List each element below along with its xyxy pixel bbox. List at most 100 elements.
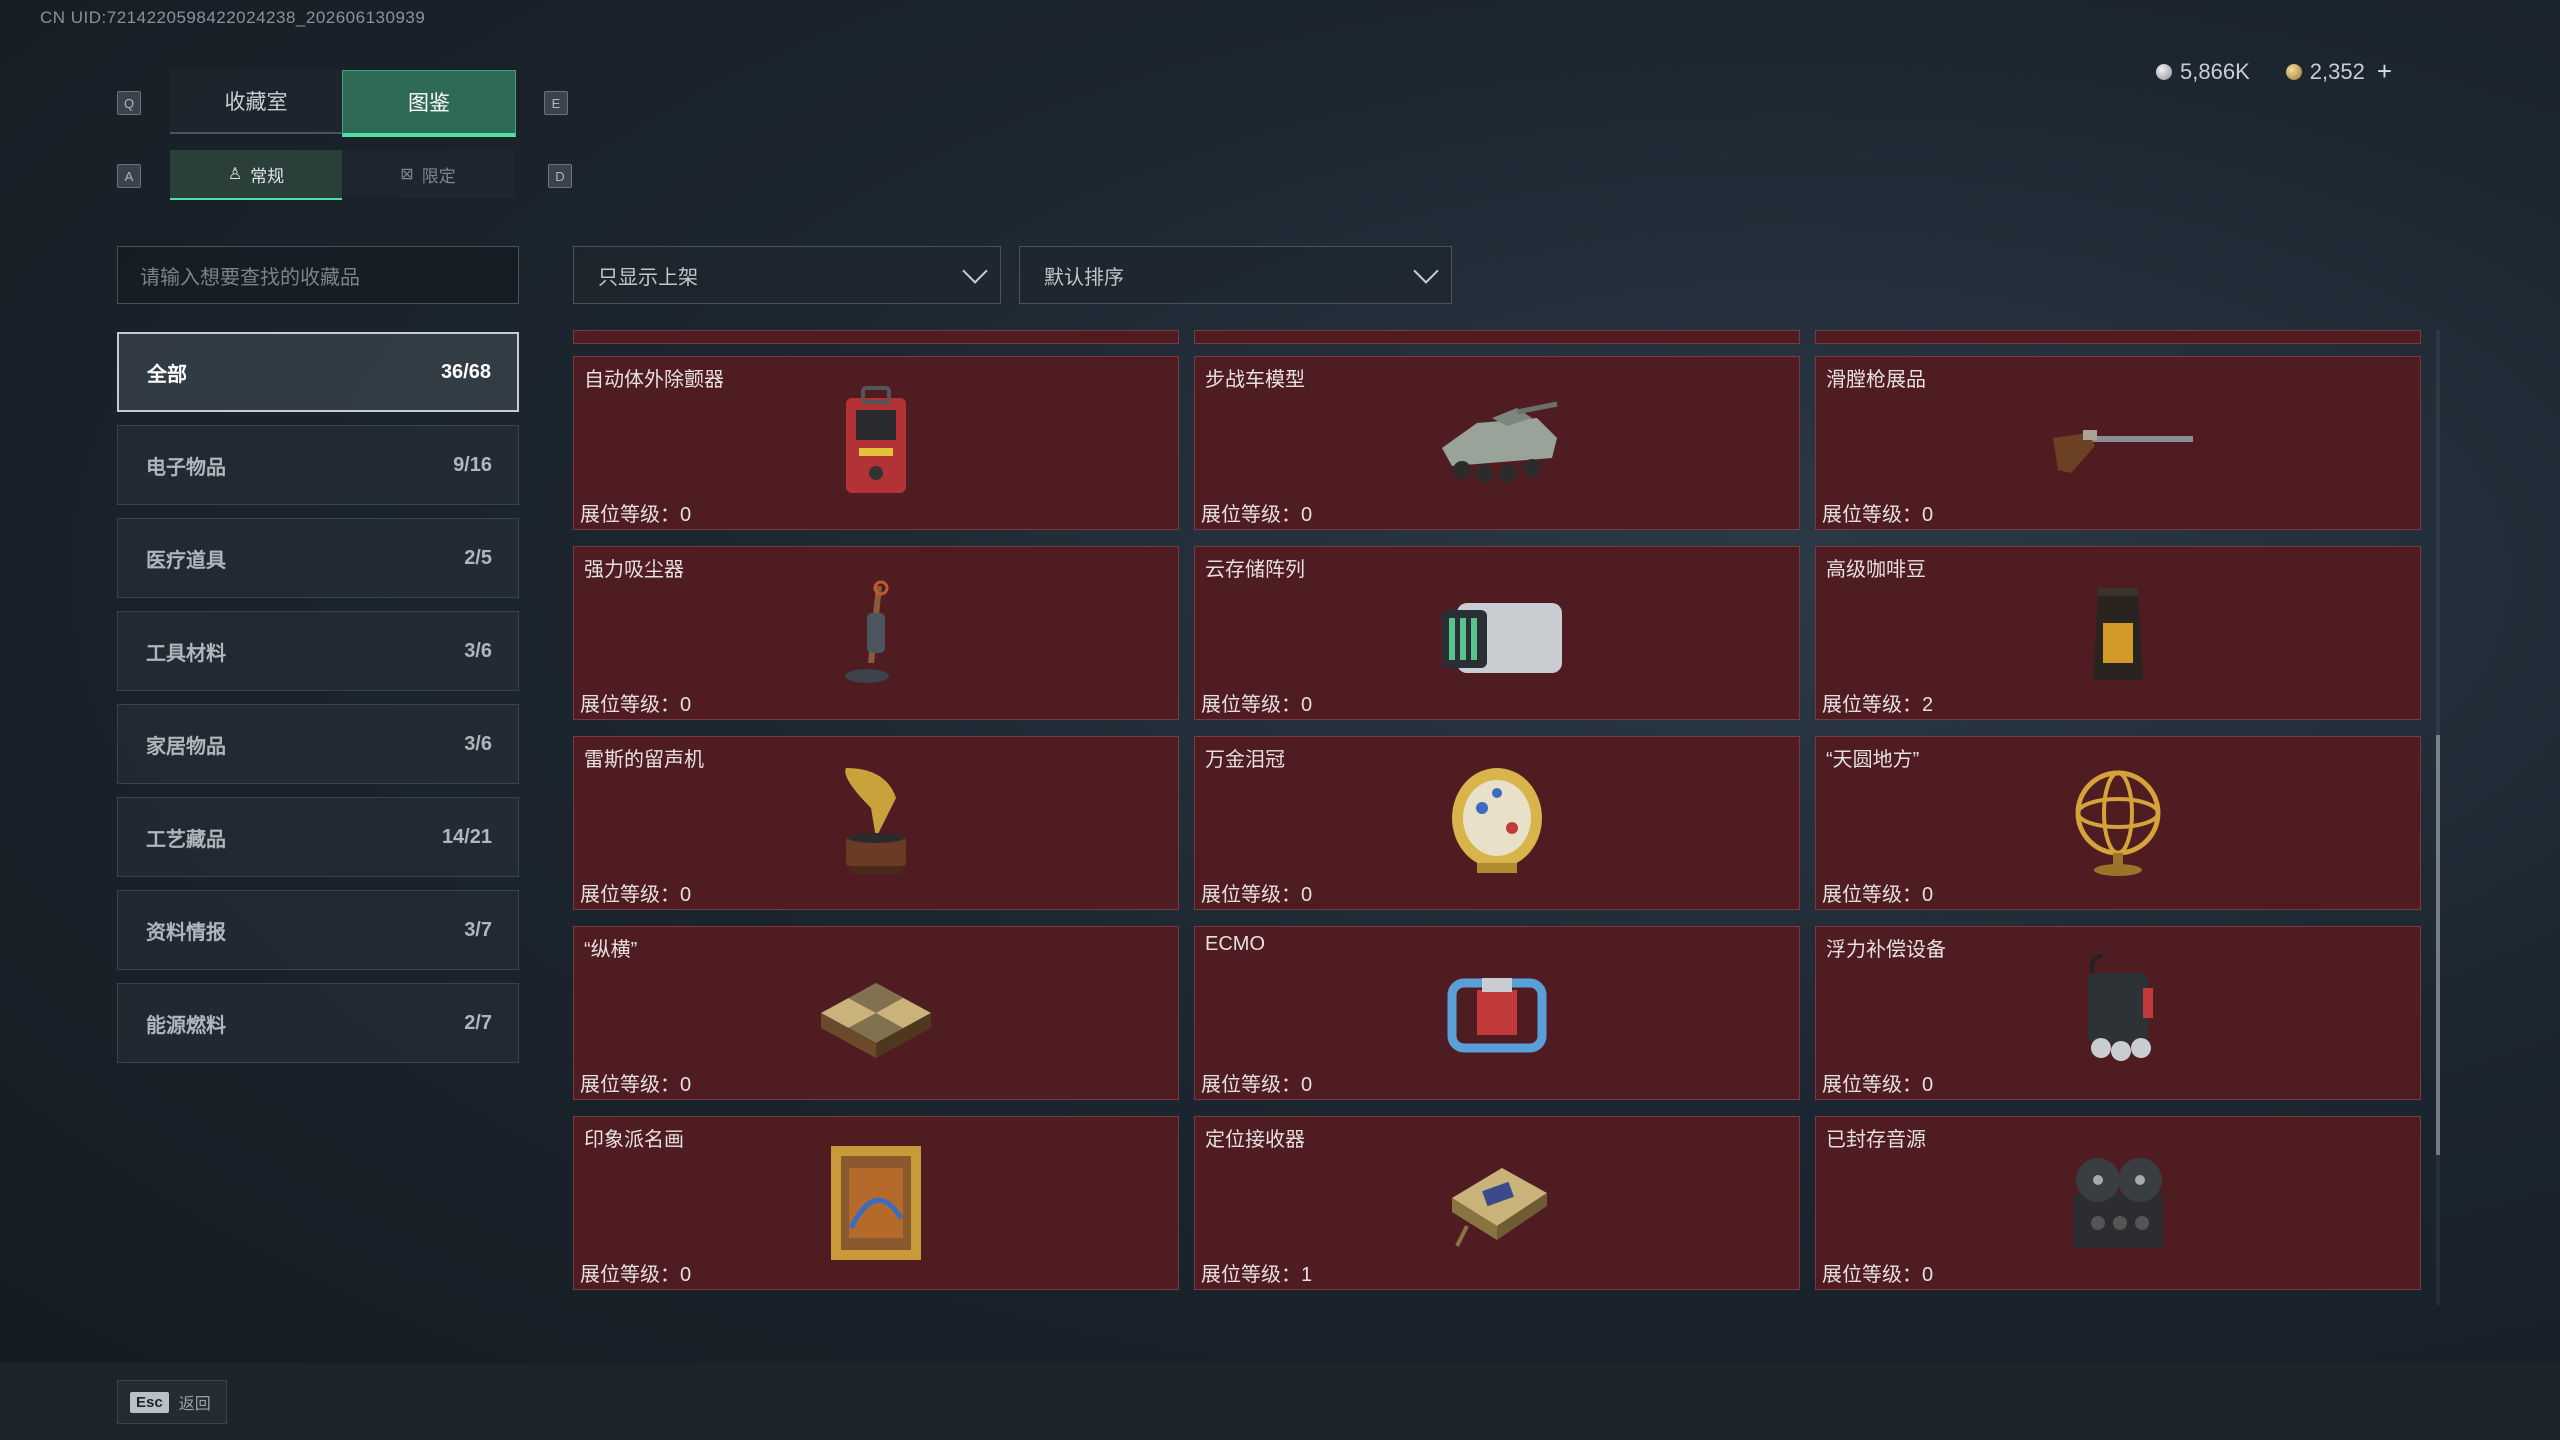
tab-catalog[interactable]: 图鉴 <box>342 70 516 137</box>
item-name: 已封存音源 <box>1826 1129 1926 1151</box>
armillary-sphere-icon <box>2075 770 2161 876</box>
item-level: 展位等级：0 <box>1201 688 1312 717</box>
level-label: 展位等级： <box>1822 1264 1922 1286</box>
category-count: 2/5 <box>464 546 492 569</box>
key-e-hint: E <box>544 91 568 115</box>
category-count: 2/7 <box>464 1011 492 1034</box>
item-card[interactable]: 已封存音源展位等级：0 <box>1815 1116 2421 1290</box>
level-value: 0 <box>680 694 692 716</box>
item-name: 滑膛枪展品 <box>1826 369 1926 391</box>
item-level: 展位等级：0 <box>580 688 691 717</box>
sort-dropdown[interactable]: 默认排序 <box>1019 246 1452 304</box>
add-currency-button[interactable]: + <box>2377 56 2392 87</box>
category-household[interactable]: 家居物品 3/6 <box>117 704 519 784</box>
partial-card-top <box>573 330 1179 344</box>
level-label: 展位等级： <box>1822 694 1922 716</box>
category-all[interactable]: 全部 36/68 <box>117 332 519 412</box>
item-card[interactable]: 印象派名画 展位等级：0 <box>573 1116 1179 1290</box>
ifv-model-icon <box>1442 401 1558 483</box>
back-button[interactable]: Esc 返回 <box>117 1380 227 1424</box>
chevron-down-icon <box>1413 258 1439 284</box>
key-d-hint: D <box>548 164 572 188</box>
category-electronics[interactable]: 电子物品 9/16 <box>117 425 519 505</box>
item-card[interactable]: 定位接收器 展位等级：1 <box>1194 1116 1800 1290</box>
item-card[interactable]: 强力吸尘器 展位等级：0 <box>573 546 1179 720</box>
level-value: 0 <box>680 504 692 526</box>
item-level: 展位等级：2 <box>1822 688 1933 717</box>
silver-currency: 5,866K <box>2156 59 2250 85</box>
gramophone-icon <box>845 768 906 874</box>
item-card[interactable]: “纵横” 展位等级：0 <box>573 926 1179 1100</box>
item-grid: 自动体外除颤器 展位等级：0 步战车模型 展位等级：0 滑膛枪展品 展位等级：0 强力吸尘器… <box>573 330 2423 1305</box>
category-crafts[interactable]: 工艺藏品 14/21 <box>117 797 519 877</box>
gold-currency: 2,352 + <box>2285 56 2392 87</box>
silver-amount: 5,866K <box>2180 58 2250 84</box>
level-value: 0 <box>1922 1264 1934 1286</box>
item-level: 展位等级：0 <box>1822 878 1933 907</box>
back-label: 返回 <box>178 1396 211 1413</box>
category-energy[interactable]: 能源燃料 2/7 <box>117 983 519 1063</box>
category-label: 资料情报 <box>146 921 226 944</box>
item-name: 步战车模型 <box>1205 369 1305 391</box>
item-card[interactable]: 云存储阵列 展位等级：0 <box>1194 546 1800 720</box>
search-input[interactable]: 请输入想要查找的收藏品 <box>117 246 519 304</box>
limited-icon: ⊠ <box>400 166 414 183</box>
chessboard-icon <box>821 983 931 1058</box>
level-label: 展位等级： <box>1822 1074 1922 1096</box>
subtab-regular[interactable]: ♙ 常规 <box>170 150 342 200</box>
level-value: 0 <box>680 884 692 906</box>
category-medical[interactable]: 医疗道具 2/5 <box>117 518 519 598</box>
level-value: 0 <box>1301 884 1313 906</box>
subtab-limited-label: 限定 <box>421 166 456 186</box>
item-card[interactable]: 万金泪冠 展位等级：0 <box>1194 736 1800 910</box>
item-name: 万金泪冠 <box>1205 749 1285 771</box>
item-card[interactable]: 自动体外除颤器 展位等级：0 <box>573 356 1179 530</box>
item-level: 展位等级：1 <box>1201 1258 1312 1287</box>
jeweled-egg-icon <box>1452 768 1542 873</box>
tab-collection-room[interactable]: 收藏室 <box>170 70 342 134</box>
ecmo-machine-icon <box>1447 978 1547 1053</box>
shelf-filter-dropdown[interactable]: 只显示上架 <box>573 246 1001 304</box>
item-name: “天圆地方” <box>1826 749 1920 771</box>
level-value: 0 <box>680 1264 692 1286</box>
item-card[interactable]: ECMO 展位等级：0 <box>1194 926 1800 1100</box>
grid-scrollbar-thumb[interactable] <box>2436 735 2440 1155</box>
subtab-limited[interactable]: ⊠ 限定 <box>342 150 514 198</box>
level-label: 展位等级： <box>580 884 680 906</box>
level-label: 展位等级： <box>1201 1074 1301 1096</box>
item-card[interactable]: 步战车模型展位等级：0 <box>1194 356 1800 530</box>
bottom-bar <box>0 1363 2560 1440</box>
category-label: 能源燃料 <box>146 1014 226 1037</box>
category-label: 工具材料 <box>146 642 226 665</box>
vacuum-icon <box>845 580 889 683</box>
musket-icon <box>2053 430 2193 473</box>
reel-recorder-icon <box>2073 1158 2163 1248</box>
item-card[interactable]: 滑膛枪展品展位等级：0 <box>1815 356 2421 530</box>
shelf-filter-value: 只显示上架 <box>598 266 698 289</box>
uid-label: CN UID:7214220598422024238_202606130939 <box>40 8 426 27</box>
item-card[interactable]: 高级咖啡豆 展位等级：2 <box>1815 546 2421 720</box>
gps-receiver-icon <box>1452 1168 1547 1247</box>
category-label: 家居物品 <box>146 735 226 758</box>
esc-key-icon: Esc <box>130 1391 169 1413</box>
item-level: 展位等级：0 <box>1822 498 1933 527</box>
level-value: 0 <box>1301 694 1313 716</box>
level-label: 展位等级： <box>580 1074 680 1096</box>
category-tools[interactable]: 工具材料 3/6 <box>117 611 519 691</box>
item-card[interactable]: 雷斯的留声机 展位等级：0 <box>573 736 1179 910</box>
level-label: 展位等级： <box>1822 504 1922 526</box>
item-card[interactable]: 浮力补偿设备 展位等级：0 <box>1815 926 2421 1100</box>
item-card[interactable]: “天圆地方” 展位等级：0 <box>1815 736 2421 910</box>
chevron-down-icon <box>962 258 988 284</box>
item-level: 展位等级：0 <box>580 498 691 527</box>
level-value: 0 <box>1922 504 1934 526</box>
category-intel[interactable]: 资料情报 3/7 <box>117 890 519 970</box>
item-level: 展位等级：0 <box>1201 498 1312 527</box>
level-label: 展位等级： <box>580 1264 680 1286</box>
item-level: 展位等级：0 <box>1822 1068 1933 1097</box>
category-count: 3/7 <box>464 918 492 941</box>
level-value: 0 <box>1922 1074 1934 1096</box>
partial-card-top <box>1815 330 2421 344</box>
item-level: 展位等级：0 <box>1822 1258 1933 1287</box>
currency-bar: 5,866K 2,352 + <box>2156 56 2392 87</box>
